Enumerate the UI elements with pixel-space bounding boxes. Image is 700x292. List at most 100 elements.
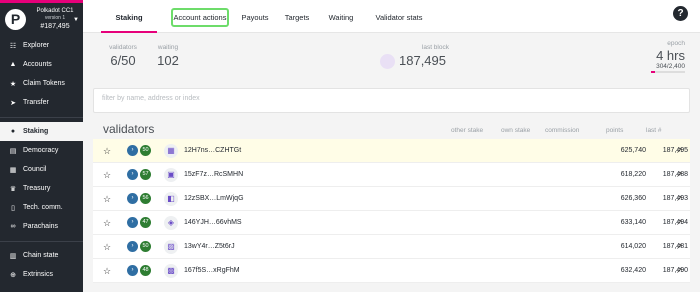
- favorite-star-icon[interactable]: ☆: [103, 187, 111, 211]
- last-block-stat: last block 187,495: [373, 44, 453, 70]
- era-points-badge: 56: [140, 193, 151, 204]
- era-points-badge: 50: [140, 241, 151, 252]
- tab-staking-overview[interactable]: Staking overview: [101, 8, 157, 41]
- col-points: points: [606, 127, 624, 134]
- epoch-progress-fill: [651, 71, 656, 73]
- sidebar-item-label: Accounts: [23, 61, 52, 68]
- nominators-badge-icon[interactable]: ›: [127, 265, 138, 276]
- nominators-badge-icon[interactable]: ›: [127, 145, 138, 156]
- validator-address[interactable]: 167f5S…xRgFhM: [184, 259, 240, 283]
- sidebar-item-tech-comm[interactable]: ▯ Tech. comm.: [0, 198, 83, 217]
- chart-icon[interactable]: ↗: [676, 211, 683, 235]
- staking-summary: validators 6/50 waiting 102 last block 1…: [83, 33, 700, 87]
- chart-icon[interactable]: ↗: [676, 259, 683, 283]
- sidebar-item-council[interactable]: ▦ Council: [0, 160, 83, 179]
- era-points-badge: 48: [140, 265, 151, 276]
- tab-payouts[interactable]: Payouts: [240, 8, 270, 27]
- nominators-badge-icon[interactable]: ›: [127, 169, 138, 180]
- table-row[interactable]: ☆ › 47 ◈ 146YJH…66vhMS 633,140 187,494 ↗: [93, 211, 690, 235]
- favorite-star-icon[interactable]: ☆: [103, 259, 111, 283]
- waiting-stat: waiting 102: [151, 44, 185, 68]
- sidebar-item-explorer[interactable]: ☷ Explorer: [0, 36, 83, 55]
- sidebar-item-label: Claim Tokens: [23, 80, 65, 87]
- sidebar-item-label: Tech. comm.: [23, 204, 63, 211]
- sidebar-item-label: Democracy: [23, 147, 59, 154]
- validator-filter-input[interactable]: filter by name, address or index: [93, 88, 690, 113]
- sidebar-item-transfer[interactable]: ➤ Transfer: [0, 93, 83, 112]
- validator-address[interactable]: 13wY4r…Z5t6rJ: [184, 235, 235, 259]
- tab-targets[interactable]: Targets: [282, 8, 312, 27]
- last-block-label: last block: [421, 44, 449, 51]
- validator-address[interactable]: 146YJH…66vhMS: [184, 211, 242, 235]
- crosshairs-icon: ⊕: [10, 271, 16, 279]
- tab-account-actions[interactable]: Account actions: [171, 8, 229, 27]
- validators-stat: validators 6/50: [103, 44, 143, 68]
- identicon-icon: ◧: [164, 192, 178, 206]
- staking-icon: ●: [10, 128, 16, 135]
- table-row[interactable]: ☆ › 57 ▣ 15zF7z…RcSMHN 618,220 187,488 ↗: [93, 163, 690, 187]
- epoch-label: epoch: [667, 40, 685, 47]
- table-row[interactable]: ☆ › 56 ◧ 12zSBX…LmWjqG 626,360 187,493 ↗: [93, 187, 690, 211]
- chart-icon[interactable]: ↗: [676, 139, 683, 163]
- favorite-star-icon[interactable]: ☆: [103, 235, 111, 259]
- nominators-badge-icon[interactable]: ›: [127, 217, 138, 228]
- validator-address[interactable]: 12zSBX…LmWjqG: [184, 187, 244, 211]
- sidebar-item-label: Chain state: [23, 252, 59, 259]
- sidebar-item-chain-state[interactable]: ▥ Chain state: [0, 246, 83, 265]
- col-own-stake: own stake: [501, 127, 531, 134]
- sidebar-item-democracy[interactable]: ▤ Democracy: [0, 141, 83, 160]
- sidebar-item-parachains[interactable]: ∞ Parachains: [0, 217, 83, 236]
- waiting-value: 102: [157, 53, 179, 68]
- chart-icon[interactable]: ↗: [676, 235, 683, 259]
- sidebar-item-label: Treasury: [23, 185, 51, 192]
- sidebar: P Polkadot CC1 version 1 #187,495 ▼ ☷ Exp…: [0, 0, 83, 292]
- sidebar-item-accounts[interactable]: ▲ Accounts: [0, 55, 83, 74]
- sidebar-item-label: Parachains: [23, 223, 59, 230]
- col-other-stake: other stake: [451, 127, 484, 134]
- link-icon: ∞: [10, 223, 16, 230]
- chart-icon[interactable]: ↗: [676, 187, 683, 211]
- sidebar-item-label: Explorer: [23, 42, 50, 49]
- sidebar-item-treasury[interactable]: ♛ Treasury: [0, 179, 83, 198]
- epoch-stat: epoch 4 hrs 304/2,400: [635, 40, 685, 73]
- help-icon[interactable]: ?: [673, 6, 688, 21]
- validator-address[interactable]: 15zF7z…RcSMHN: [184, 163, 243, 187]
- send-icon: ➤: [10, 99, 16, 107]
- sidebar-nav: ☷ Explorer ▲ Accounts ★ Claim Tokens ➤ Trans…: [0, 36, 83, 284]
- calendar-icon: ▤: [9, 147, 17, 155]
- chain-selector[interactable]: P Polkadot CC1 version 1 #187,495 ▼: [0, 3, 83, 36]
- nominators-badge-icon[interactable]: ›: [127, 193, 138, 204]
- favorite-star-icon[interactable]: ☆: [103, 139, 111, 163]
- tab-validator-stats[interactable]: Validator stats: [369, 8, 429, 27]
- sidebar-item-staking[interactable]: ● Staking: [0, 122, 83, 141]
- validators-table-header: validators other stake own stake commiss…: [93, 121, 690, 138]
- explorer-icon: ☷: [9, 42, 17, 50]
- chain-name: Polkadot CC1: [36, 8, 74, 14]
- era-points-badge: 47: [140, 217, 151, 228]
- epoch-progress-text: 304/2,400: [656, 63, 685, 70]
- users-icon: ▲: [9, 61, 17, 68]
- block-author-icon: [380, 54, 395, 70]
- favorite-star-icon[interactable]: ☆: [103, 163, 111, 187]
- table-row[interactable]: ☆ › 50 ▨ 13wY4r…Z5t6rJ 614,020 187,481 ↗: [93, 235, 690, 259]
- epoch-value: 4 hrs: [656, 48, 685, 63]
- identicon-icon: ▨: [164, 240, 178, 254]
- sidebar-item-label: Transfer: [23, 99, 49, 106]
- identicon-icon: ▣: [164, 168, 178, 182]
- server-icon: ▯: [11, 204, 15, 212]
- database-icon: ▥: [9, 252, 17, 260]
- favorite-star-icon[interactable]: ☆: [103, 211, 111, 235]
- sidebar-item-claim-tokens[interactable]: ★ Claim Tokens: [0, 74, 83, 93]
- validator-address[interactable]: 12H7ns…CZHTGt: [184, 139, 241, 163]
- nominators-badge-icon[interactable]: ›: [127, 241, 138, 252]
- table-row[interactable]: ☆ › 48 ▩ 167f5S…xRgFhM 632,420 187,490 ↗: [93, 259, 690, 283]
- validators-table: ☆ › 50 ▦ 12H7ns…CZHTGt 625,740 187,495 ↗…: [93, 139, 690, 283]
- era-points-badge: 50: [140, 145, 151, 156]
- sidebar-item-extrinsics[interactable]: ⊕ Extrinsics: [0, 265, 83, 284]
- staking-tabs: Staking overview Account actions Payouts…: [83, 0, 700, 41]
- table-row[interactable]: ☆ › 50 ▦ 12H7ns…CZHTGt 625,740 187,495 ↗: [93, 139, 690, 163]
- chain-block: #187,495: [40, 23, 70, 30]
- chart-icon[interactable]: ↗: [676, 163, 683, 187]
- era-points-badge: 57: [140, 169, 151, 180]
- tab-waiting[interactable]: Waiting: [326, 8, 356, 27]
